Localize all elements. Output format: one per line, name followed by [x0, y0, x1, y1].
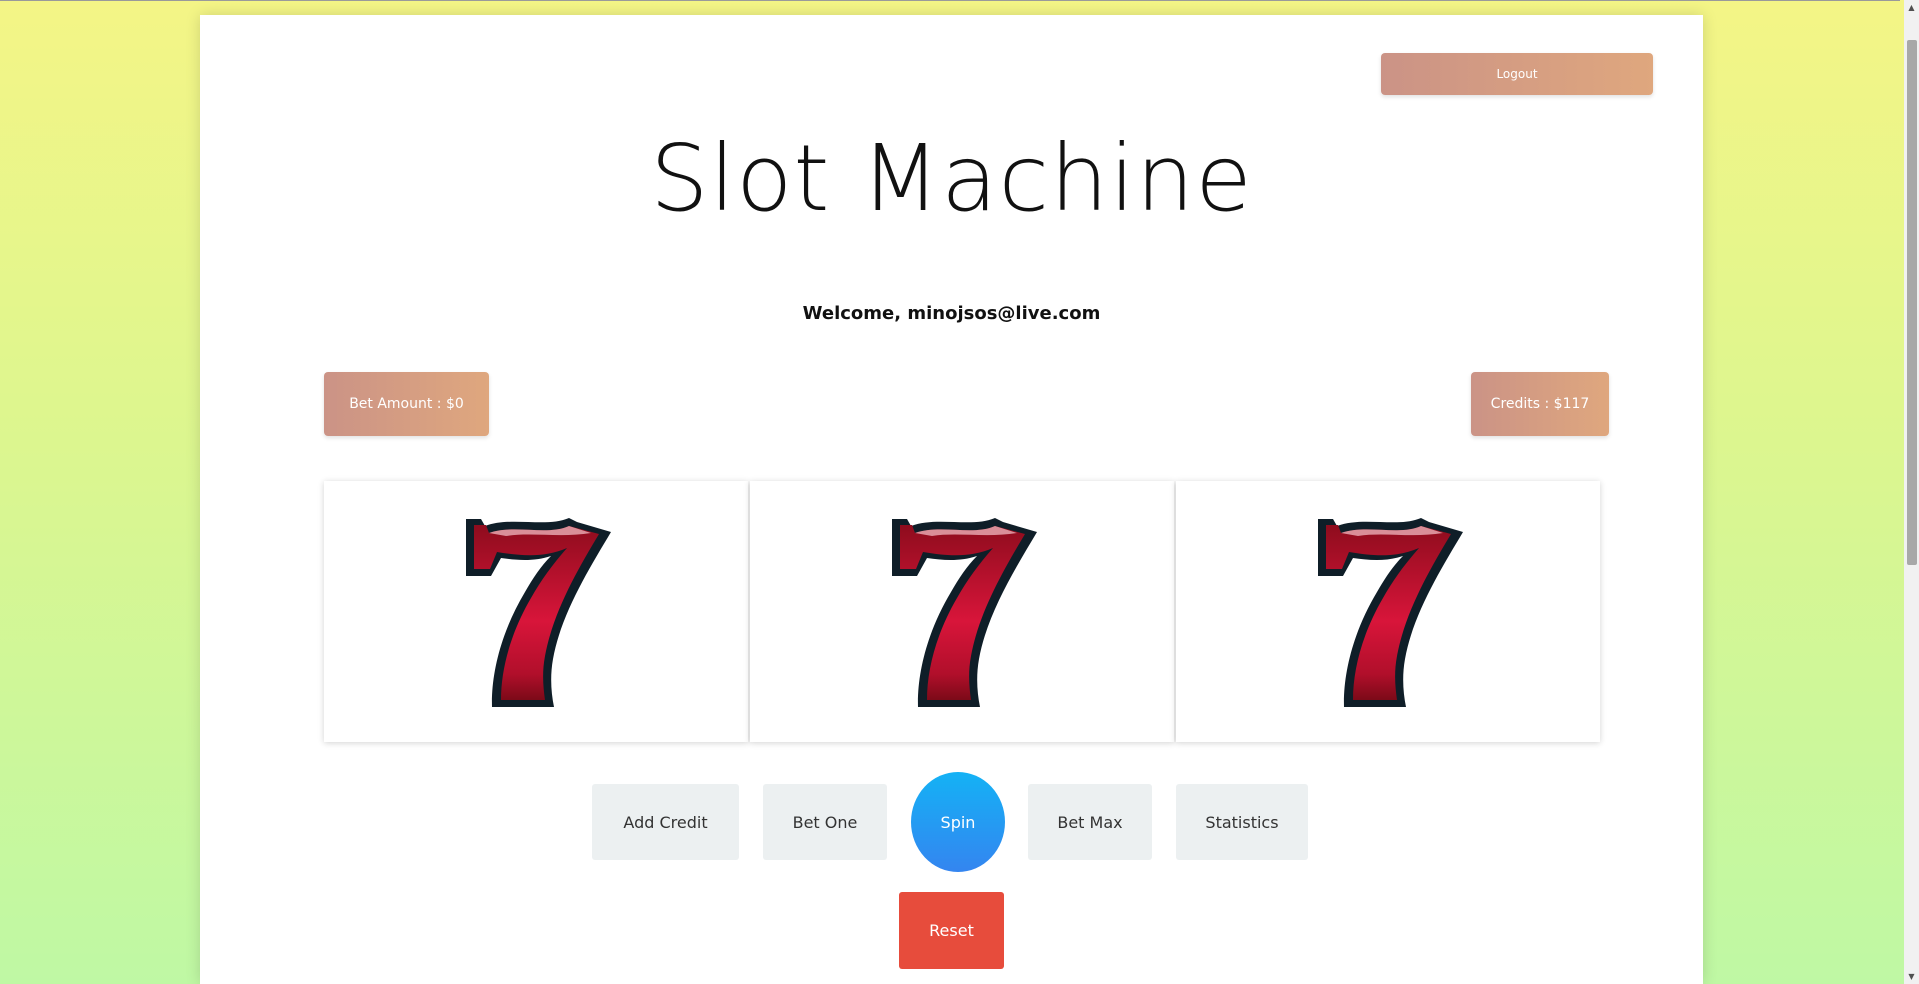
statistics-button[interactable]: Statistics [1176, 784, 1308, 860]
bet-one-button[interactable]: Bet One [763, 784, 887, 860]
bet-amount-badge: Bet Amount : $0 [324, 372, 489, 436]
seven-icon [892, 518, 1037, 707]
seven-icon [466, 518, 611, 707]
reel-2 [750, 481, 1174, 742]
reset-button[interactable]: Reset [899, 892, 1004, 969]
reel-1 [324, 481, 748, 742]
vertical-scrollbar[interactable]: ▲ ▼ [1904, 0, 1919, 984]
reel-3 [1176, 481, 1600, 742]
page-title: Slot Machine [650, 125, 1253, 232]
add-credit-button[interactable]: Add Credit [592, 784, 739, 860]
spin-button[interactable]: Spin [911, 772, 1005, 872]
scroll-up-icon[interactable]: ▲ [1904, 0, 1919, 15]
seven-icon [1318, 518, 1463, 707]
credits-badge: Credits : $117 [1471, 372, 1609, 436]
bet-max-button[interactable]: Bet Max [1028, 784, 1152, 860]
scrollbar-thumb[interactable] [1907, 40, 1917, 565]
scroll-down-icon[interactable]: ▼ [1904, 969, 1919, 984]
welcome-message: Welcome, minojsos@live.com [802, 303, 1101, 324]
slot-machine-card: Logout Slot Machine Welcome, minojsos@li… [200, 15, 1703, 984]
browser-top-border [0, 0, 1900, 1]
logout-button[interactable]: Logout [1381, 53, 1653, 95]
